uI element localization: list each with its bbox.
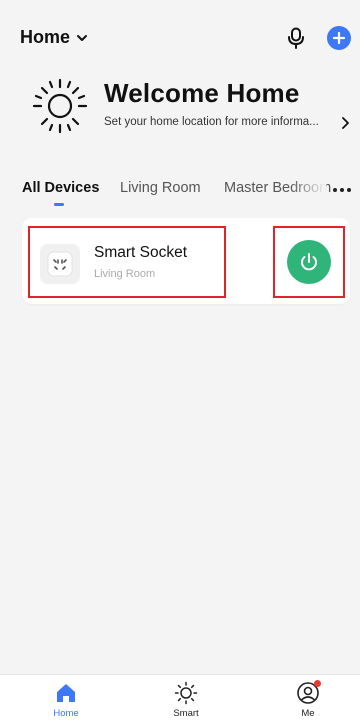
welcome-title: Welcome Home xyxy=(104,78,300,108)
home-icon xyxy=(57,684,75,702)
home-selector[interactable]: Home xyxy=(20,27,88,48)
nav-me[interactable]: Me xyxy=(278,680,338,722)
nav-smart[interactable]: Smart xyxy=(156,681,216,722)
plus-icon xyxy=(332,31,346,45)
socket-icon xyxy=(40,244,80,284)
welcome-section[interactable]: Welcome Home Set your home location for … xyxy=(0,72,360,138)
device-name: Smart Socket xyxy=(94,244,188,261)
tab-all-devices[interactable]: All Devices xyxy=(22,180,99,196)
bottom-nav: Home Smart Me xyxy=(0,674,360,722)
chevron-down-icon xyxy=(77,34,88,41)
tabs-fade xyxy=(290,172,326,208)
nav-home[interactable]: Home xyxy=(36,681,96,722)
more-dot xyxy=(340,188,344,192)
device-card[interactable]: Smart Socket Living Room xyxy=(22,218,350,304)
voice-button[interactable] xyxy=(284,26,308,50)
notification-dot xyxy=(314,680,321,687)
active-tab-indicator xyxy=(54,203,64,206)
home-selector-label: Home xyxy=(20,27,71,47)
more-tabs-button[interactable] xyxy=(330,182,354,198)
top-bar: Home xyxy=(0,0,360,72)
microphone-icon xyxy=(288,27,304,49)
socket-outlet-icon xyxy=(47,251,73,277)
room-tabs: All Devices Living Room Master Bedroom xyxy=(0,172,360,212)
power-button[interactable] xyxy=(287,240,331,284)
nav-home-label: Home xyxy=(53,708,79,719)
more-dot xyxy=(347,188,351,192)
add-device-button[interactable] xyxy=(327,26,351,50)
device-room: Living Room xyxy=(94,268,156,280)
power-icon xyxy=(301,253,317,271)
welcome-subtitle: Set your home location for more informa.… xyxy=(104,116,319,128)
more-dot xyxy=(333,188,337,192)
nav-smart-label: Smart xyxy=(173,708,199,719)
chevron-right-icon xyxy=(342,117,349,129)
power-highlight xyxy=(273,226,345,298)
nav-me-label: Me xyxy=(301,708,315,719)
tab-living-room[interactable]: Living Room xyxy=(120,180,201,196)
device-info-highlight[interactable]: Smart Socket Living Room xyxy=(28,226,226,298)
sun-icon xyxy=(32,78,88,134)
profile-icon-wrap xyxy=(296,680,321,705)
sun-icon xyxy=(174,681,198,705)
